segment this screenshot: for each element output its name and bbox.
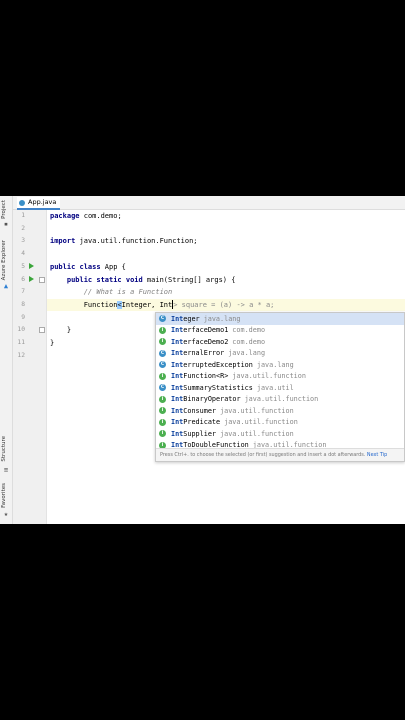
line-number: 7	[21, 288, 25, 296]
completion-item[interactable]: I InterfaceDemo2 com.demo	[156, 336, 404, 348]
completion-item[interactable]: I InterfaceDemo1 com.demo	[156, 325, 404, 337]
completion-item-package: java.lang	[228, 349, 266, 358]
fold-icon[interactable]	[39, 277, 45, 283]
completion-item-name: InterfaceDemo2	[171, 337, 229, 346]
code-line-7: // What is a Function	[83, 288, 173, 297]
completion-item-name: IntPredicate	[171, 418, 221, 427]
completion-item[interactable]: C Integer java.lang	[156, 313, 404, 325]
completion-item[interactable]: C InterruptedException java.lang	[156, 359, 404, 371]
completion-item-name: Integer	[171, 314, 200, 323]
completion-list: C Integer java.lang I InterfaceDemo1 com.demo…	[156, 313, 404, 451]
completion-item-package: com.demo	[232, 337, 266, 346]
completion-item-package: com.demo	[232, 326, 266, 335]
completion-item-package: java.util.function	[220, 406, 294, 415]
completion-item-name: IntFunction<R>	[171, 372, 229, 381]
interface-icon: I	[159, 372, 166, 380]
interface-icon: I	[159, 407, 166, 415]
structure-icon[interactable]: ≡	[2, 466, 10, 474]
completion-item-package: java.lang	[203, 314, 241, 323]
line-number: 6	[21, 275, 25, 283]
class-icon: C	[159, 315, 166, 323]
line-number: 12	[17, 351, 25, 359]
line-number-gutter: 1 2 3 4 5 6 7 8 9 10 11 12	[13, 210, 47, 524]
project-icon[interactable]: ▪	[2, 220, 10, 228]
next-tip-link[interactable]: Next Tip	[367, 452, 387, 458]
line-number: 2	[21, 224, 25, 232]
code-line-11: }	[50, 339, 55, 347]
completion-item[interactable]: I IntFunction<R> java.util.function	[156, 371, 404, 383]
azure-icon[interactable]: ▲	[2, 282, 10, 290]
code-completion-popup[interactable]: C Integer java.lang I InterfaceDemo1 com.demo…	[155, 312, 405, 462]
completion-item-name: InterruptedException	[171, 360, 253, 369]
tool-window-strip: ▪ Project Azure Explorer ▲ Structure ≡ F…	[0, 196, 13, 524]
completion-item-package: java.lang	[256, 360, 294, 369]
completion-item[interactable]: C IntSummaryStatistics java.util	[156, 382, 404, 394]
line-number: 10	[17, 326, 25, 334]
editor-tab-bar: App.java	[13, 196, 405, 210]
tab-app-java[interactable]: App.java	[17, 197, 61, 210]
completion-item-name: IntBinaryOperator	[171, 395, 241, 404]
code-line-8: Function<Integer, Int> square = (a) -> a…	[83, 300, 275, 310]
completion-item-name: IntSummaryStatistics	[171, 383, 253, 392]
class-icon: C	[159, 349, 166, 357]
completion-hint: Press Ctrl+. to choose the selected (or …	[156, 448, 404, 461]
azure-explorer-tab[interactable]: Azure Explorer	[1, 240, 7, 280]
run-main-icon[interactable]	[29, 276, 34, 282]
completion-item-package: java.util.function	[220, 429, 294, 438]
completion-item[interactable]: I IntConsumer java.util.function	[156, 405, 404, 417]
interface-icon: I	[159, 326, 166, 334]
completion-item-name: InterfaceDemo1	[171, 326, 229, 335]
completion-item[interactable]: C InternalError java.lang	[156, 348, 404, 360]
java-class-icon	[19, 199, 25, 206]
completion-item-package: java.util.function	[232, 372, 306, 381]
favorites-tab[interactable]: Favorites	[1, 483, 7, 508]
interface-icon: I	[159, 430, 166, 438]
completion-item[interactable]: I IntSupplier java.util.function	[156, 428, 404, 440]
completion-item[interactable]: I IntPredicate java.util.function	[156, 417, 404, 429]
fold-icon[interactable]	[39, 327, 45, 333]
tab-label: App.java	[28, 198, 57, 206]
line-number: 4	[21, 250, 25, 258]
class-icon: C	[159, 361, 166, 369]
line-number: 8	[21, 300, 25, 308]
line-number: 9	[21, 313, 25, 321]
line-number: 3	[21, 237, 25, 245]
completion-item-name: IntConsumer	[171, 406, 217, 415]
run-class-icon[interactable]	[29, 263, 34, 269]
code-line-5: public class App {	[50, 262, 126, 271]
completion-item-package: java.util.function	[224, 418, 298, 427]
interface-icon: I	[159, 418, 166, 426]
structure-tab[interactable]: Structure	[1, 436, 7, 462]
interface-icon: I	[159, 395, 166, 403]
line-number: 1	[21, 212, 25, 219]
code-line-10: }	[66, 326, 72, 335]
code-line-6: public static void main(String[] args) {	[66, 275, 236, 284]
star-icon[interactable]: ★	[2, 510, 10, 518]
completion-item-package: java.util	[256, 383, 294, 392]
project-tab[interactable]: Project	[1, 200, 7, 219]
completion-item-name: InternalError	[171, 349, 225, 358]
completion-item-package: java.util.function	[244, 395, 319, 404]
interface-icon: I	[159, 338, 166, 346]
class-icon: C	[159, 384, 166, 392]
line-number: 11	[17, 339, 25, 346]
completion-item[interactable]: I IntBinaryOperator java.util.function	[156, 394, 404, 406]
line-number: 5	[21, 262, 25, 270]
code-line-1: package com.demo;	[50, 212, 122, 220]
completion-item-name: IntSupplier	[171, 429, 217, 438]
code-line-3: import java.util.function.Function;	[50, 237, 198, 246]
